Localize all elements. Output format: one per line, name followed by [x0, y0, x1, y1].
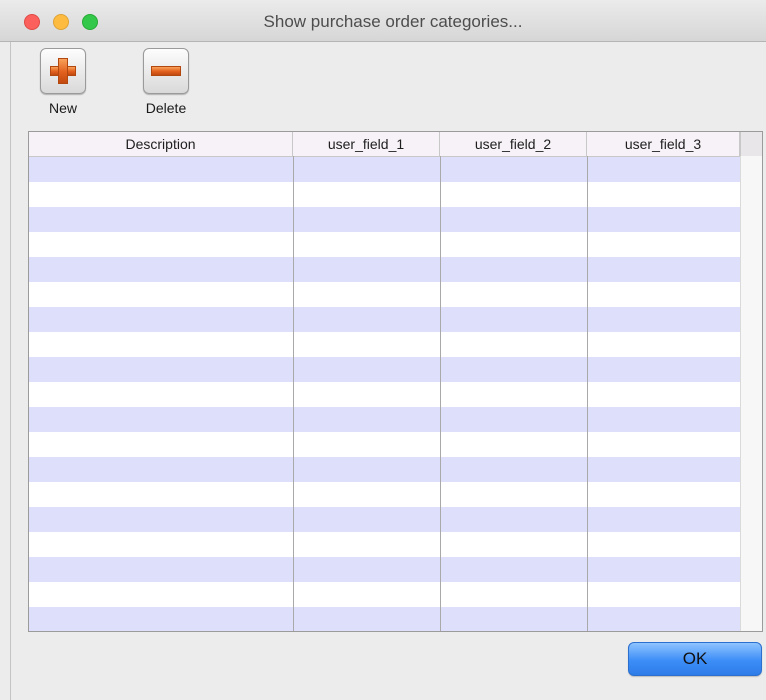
table-row[interactable]	[29, 457, 740, 482]
table-row[interactable]	[29, 532, 740, 557]
table-row[interactable]	[29, 557, 740, 582]
table-row[interactable]	[29, 482, 740, 507]
categories-table[interactable]: Description user_field_1 user_field_2 us…	[28, 131, 763, 632]
table-row[interactable]	[29, 432, 740, 457]
table-row[interactable]	[29, 607, 740, 631]
column-header-user-field-2[interactable]: user_field_2	[440, 132, 587, 156]
column-header-user-field-3[interactable]: user_field_3	[587, 132, 740, 156]
delete-button-label: Delete	[145, 100, 187, 116]
plus-icon[interactable]	[40, 48, 86, 94]
table-row[interactable]	[29, 207, 740, 232]
table-row[interactable]	[29, 507, 740, 532]
header-corner	[740, 132, 762, 156]
purchase-order-categories-window: Show purchase order categories... New De…	[0, 0, 766, 700]
vertical-scrollbar[interactable]	[740, 132, 762, 631]
window-title: Show purchase order categories...	[263, 12, 523, 31]
table-row[interactable]	[29, 307, 740, 332]
table-row[interactable]	[29, 157, 740, 182]
ok-button[interactable]: OK	[628, 642, 762, 676]
table-row[interactable]	[29, 182, 740, 207]
table-row[interactable]	[29, 382, 740, 407]
table-header: Description user_field_1 user_field_2 us…	[29, 132, 762, 157]
new-button[interactable]: New	[40, 48, 86, 116]
column-header-user-field-1[interactable]: user_field_1	[293, 132, 440, 156]
new-button-label: New	[48, 100, 77, 116]
title-bar[interactable]: Show purchase order categories...	[0, 0, 766, 42]
table-row[interactable]	[29, 582, 740, 607]
column-divider	[587, 156, 588, 631]
column-header-description[interactable]: Description	[29, 132, 293, 156]
delete-button[interactable]: Delete	[138, 48, 194, 116]
table-row[interactable]	[29, 257, 740, 282]
table-row[interactable]	[29, 407, 740, 432]
minus-icon[interactable]	[143, 48, 189, 94]
column-divider	[293, 156, 294, 631]
column-divider	[440, 156, 441, 631]
window-left-border	[10, 0, 11, 700]
table-body[interactable]	[29, 157, 740, 631]
table-row[interactable]	[29, 357, 740, 382]
table-row[interactable]	[29, 232, 740, 257]
table-row[interactable]	[29, 282, 740, 307]
table-row[interactable]	[29, 332, 740, 357]
